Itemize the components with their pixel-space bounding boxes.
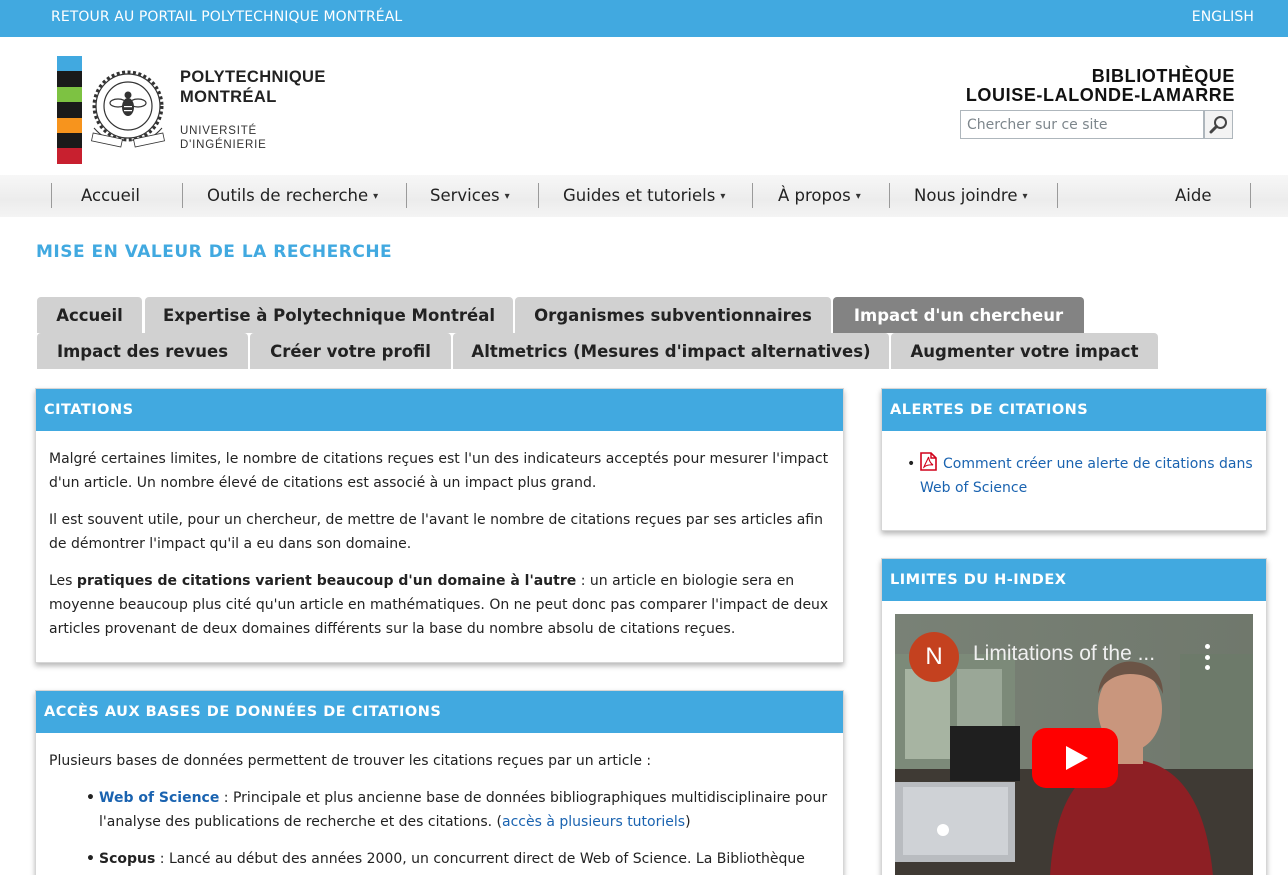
- nav-separator: [1250, 183, 1251, 208]
- nav-separator: [51, 183, 52, 208]
- tab-organismes-subventionnaires[interactable]: Organismes subventionnaires: [515, 297, 831, 333]
- portal-link[interactable]: RETOUR AU PORTAIL POLYTECHNIQUE MONTRÉAL: [51, 9, 402, 25]
- citations-paragraph: Il est souvent utile, pour un chercheur,…: [49, 512, 823, 552]
- logo-color-bar: [57, 102, 82, 118]
- nav-item-label: Services: [430, 186, 500, 205]
- list-item: Web of Science : Principale et plus anci…: [86, 786, 830, 834]
- nav-item-guides-et-tutoriels[interactable]: Guides et tutoriels ▾: [563, 186, 725, 205]
- tab-creer-votre-profil[interactable]: Créer votre profil: [250, 333, 451, 369]
- brand-subtitle: UNIVERSITÉ D'INGÉNIERIE: [180, 125, 267, 151]
- citation-databases-box: ACCÈS AUX BASES DE DONNÉES DE CITATIONS …: [35, 690, 844, 875]
- databases-heading: ACCÈS AUX BASES DE DONNÉES DE CITATIONS: [36, 691, 843, 733]
- nav-item-label: Aide: [1175, 186, 1212, 205]
- list-item: Comment créer une alerte de citations da…: [907, 452, 1266, 500]
- tab-augmenter-votre-impact[interactable]: Augmenter votre impact: [891, 333, 1158, 369]
- logo-color-bar: [57, 117, 82, 133]
- nav-item-services[interactable]: Services ▾: [430, 186, 510, 205]
- citations-box: CITATIONS Malgré certaines limites, le n…: [35, 388, 844, 663]
- citations-paragraph: Les pratiques de citations varient beauc…: [49, 569, 830, 641]
- nav-separator: [1057, 183, 1058, 208]
- alerts-heading: ALERTES DE CITATIONS: [882, 389, 1266, 431]
- tab-impact-des-revues[interactable]: Impact des revues: [37, 333, 248, 369]
- citations-paragraph: Malgré certaines limites, le nombre de c…: [49, 451, 829, 491]
- chevron-down-icon: ▾: [373, 191, 379, 202]
- polytechnique-logo-bars[interactable]: [57, 56, 82, 164]
- list-item: Scopus : Lancé au début des années 2000,…: [86, 847, 830, 871]
- nav-item-label: Outils de recherche: [207, 186, 369, 205]
- top-bar: RETOUR AU PORTAIL POLYTECHNIQUE MONTRÉAL…: [0, 0, 1288, 37]
- web-of-science-link[interactable]: Web of Science: [99, 790, 219, 806]
- logo-color-bar: [57, 148, 82, 164]
- nav-item-label: Nous joindre: [914, 186, 1018, 205]
- databases-intro: Plusieurs bases de données permettent de…: [49, 753, 652, 769]
- nav-item-accueil[interactable]: Accueil: [81, 186, 140, 205]
- citations-heading: CITATIONS: [36, 389, 843, 431]
- h-index-heading: LIMITES DU H-INDEX: [882, 559, 1266, 601]
- citation-alert-guide-link[interactable]: Comment créer une alerte de citations da…: [920, 456, 1253, 496]
- search-icon: [1209, 115, 1227, 133]
- play-icon[interactable]: [1032, 728, 1118, 788]
- databases-list: Web of Science : Principale et plus anci…: [86, 786, 830, 871]
- citation-alerts-box: ALERTES DE CITATIONS Comment créer une a…: [881, 388, 1267, 531]
- logo-color-bar: [57, 132, 82, 149]
- logo-color-bar: [57, 56, 82, 72]
- nav-item-nous-joindre[interactable]: Nous joindre ▾: [914, 186, 1028, 205]
- tab-accueil[interactable]: Accueil: [37, 297, 142, 333]
- nav-item-label: Accueil: [81, 186, 140, 205]
- polytechnique-seal-logo[interactable]: [88, 66, 168, 152]
- chevron-down-icon: ▾: [504, 191, 510, 202]
- video-title[interactable]: Limitations of the ...: [973, 642, 1155, 666]
- language-link[interactable]: ENGLISH: [1192, 9, 1254, 25]
- search-button[interactable]: [1204, 110, 1233, 139]
- text-span: Les: [49, 573, 77, 589]
- video-player[interactable]: N Limitations of the ...: [895, 614, 1253, 875]
- nav-item-label: Guides et tutoriels: [563, 186, 716, 205]
- nav-item-a-propos[interactable]: À propos ▾: [778, 186, 861, 205]
- tab-expertise[interactable]: Expertise à Polytechnique Montréal: [145, 297, 513, 333]
- chevron-down-icon: ▾: [855, 191, 861, 202]
- alerts-list: Comment créer une alerte de citations da…: [882, 431, 1266, 500]
- nav-separator: [538, 183, 539, 208]
- nav-item-aide[interactable]: Aide: [1175, 186, 1212, 205]
- chevron-down-icon: ▾: [1022, 191, 1028, 202]
- nav-item-label: À propos: [778, 186, 851, 205]
- nav-separator: [406, 183, 407, 208]
- more-options-icon[interactable]: [1203, 644, 1211, 670]
- emphasis-text: pratiques de citations varient beaucoup …: [76, 573, 577, 589]
- site-search-input[interactable]: [960, 110, 1204, 139]
- logo-color-bar: [57, 86, 82, 103]
- nav-separator: [182, 183, 183, 208]
- chevron-down-icon: ▾: [720, 191, 726, 202]
- nav-separator: [752, 183, 753, 208]
- pdf-icon: [920, 452, 937, 471]
- logo-color-bar: [57, 71, 82, 87]
- scopus-label: Scopus: [99, 851, 156, 867]
- nav-separator: [889, 183, 890, 208]
- text-span: ): [685, 814, 691, 830]
- nav-item-outils-de-recherche[interactable]: Outils de recherche ▾: [207, 186, 378, 205]
- tab-impact-chercheur[interactable]: Impact d'un chercheur: [833, 297, 1084, 333]
- channel-avatar[interactable]: N: [909, 632, 959, 682]
- brand-name: POLYTECHNIQUE MONTRÉAL: [180, 68, 326, 106]
- tutorials-link[interactable]: accès à plusieurs tutoriels: [502, 814, 685, 830]
- library-name[interactable]: BIBLIOTHÈQUE LOUISE-LALONDE-LAMARRE: [966, 67, 1235, 105]
- text-span: : Lancé au début des années 2000, un con…: [155, 851, 805, 867]
- page-title: MISE EN VALEUR DE LA RECHERCHE: [36, 242, 393, 262]
- tab-altmetrics[interactable]: Altmetrics (Mesures d'impact alternative…: [453, 333, 889, 369]
